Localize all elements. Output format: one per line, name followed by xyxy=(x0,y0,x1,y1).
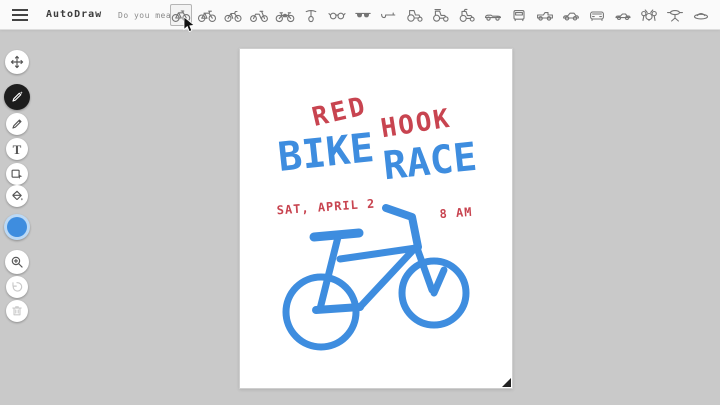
move-icon xyxy=(10,55,24,69)
select-tool[interactable] xyxy=(5,50,29,74)
suggestion-tractor-3[interactable] xyxy=(456,4,478,26)
suggestion-row xyxy=(170,4,712,26)
sunglasses-icon xyxy=(353,7,373,23)
drum-stand-icon xyxy=(665,7,685,23)
canvas-text-time: 8 AM xyxy=(439,205,473,221)
suggestion-bicycle-2[interactable] xyxy=(196,4,218,26)
text-icon: T xyxy=(13,143,22,156)
tractor-3-icon xyxy=(457,7,477,23)
suggestion-drum-stand[interactable] xyxy=(664,4,686,26)
tool-palette: T xyxy=(0,30,36,405)
car-front-icon xyxy=(587,7,607,23)
bicycle-front-icon xyxy=(301,7,321,23)
autodraw-tool[interactable] xyxy=(4,84,30,110)
cursor-pointer xyxy=(183,16,196,33)
convertible-icon xyxy=(483,7,503,23)
suggestion-car-side[interactable] xyxy=(612,4,634,26)
bicycle-2-icon xyxy=(197,7,217,23)
undo-tool[interactable] xyxy=(6,276,28,298)
shape-icon xyxy=(10,167,24,181)
suggestion-pipe[interactable] xyxy=(378,4,400,26)
suggestion-sunglasses[interactable] xyxy=(352,4,374,26)
shapes-tool[interactable] xyxy=(6,163,28,185)
canvas-resize-handle[interactable] xyxy=(502,378,511,387)
suggestion-bicycle-3[interactable] xyxy=(222,4,244,26)
pencil-icon xyxy=(10,117,24,131)
tractor-icon xyxy=(405,7,425,23)
zoom-tool[interactable] xyxy=(5,250,29,274)
delete-tool[interactable] xyxy=(6,300,28,322)
trash-icon xyxy=(10,304,24,318)
pipe-icon xyxy=(379,7,399,23)
sedan-icon xyxy=(561,7,581,23)
suggestion-convertible[interactable] xyxy=(482,4,504,26)
bicycle-3-icon xyxy=(223,7,243,23)
top-bar: AutoDraw Do you mean: xyxy=(0,0,720,30)
color-swatch xyxy=(7,217,27,237)
suggestion-tractor-2[interactable] xyxy=(430,4,452,26)
draw-tool[interactable] xyxy=(6,113,28,135)
tractor-2-icon xyxy=(431,7,451,23)
suggestion-drum-kit[interactable] xyxy=(638,4,660,26)
suggestion-tractor[interactable] xyxy=(404,4,426,26)
van-front-icon xyxy=(509,7,529,23)
magnifier-icon xyxy=(10,255,24,269)
suggestion-scooter[interactable] xyxy=(248,4,270,26)
suggestion-sedan[interactable] xyxy=(560,4,582,26)
pickup-truck-icon xyxy=(535,7,555,23)
color-tool[interactable] xyxy=(4,214,30,240)
suggestion-car-top[interactable] xyxy=(690,4,712,26)
car-top-icon xyxy=(691,7,711,23)
suggestion-bicycle-front[interactable] xyxy=(300,4,322,26)
motorcycle-icon xyxy=(275,7,295,23)
suggestion-van-front[interactable] xyxy=(508,4,530,26)
suggestion-motorcycle[interactable] xyxy=(274,4,296,26)
suggestion-car-front[interactable] xyxy=(586,4,608,26)
undo-icon xyxy=(10,280,24,294)
drum-kit-icon xyxy=(639,7,659,23)
fill-tool[interactable] xyxy=(6,185,28,207)
menu-icon[interactable] xyxy=(12,9,28,21)
app-title: AutoDraw xyxy=(46,9,102,20)
fill-bucket-icon xyxy=(10,189,24,203)
type-tool[interactable]: T xyxy=(6,138,28,160)
scooter-icon xyxy=(249,7,269,23)
suggestion-eyeglasses[interactable] xyxy=(326,4,348,26)
suggestion-pickup-truck[interactable] xyxy=(534,4,556,26)
drawing-canvas[interactable]: REDHOOKBIKERACESAT, APRIL 28 AM xyxy=(239,48,513,389)
magic-pencil-icon xyxy=(10,90,24,104)
eyeglasses-icon xyxy=(327,7,347,23)
car-side-icon xyxy=(613,7,633,23)
